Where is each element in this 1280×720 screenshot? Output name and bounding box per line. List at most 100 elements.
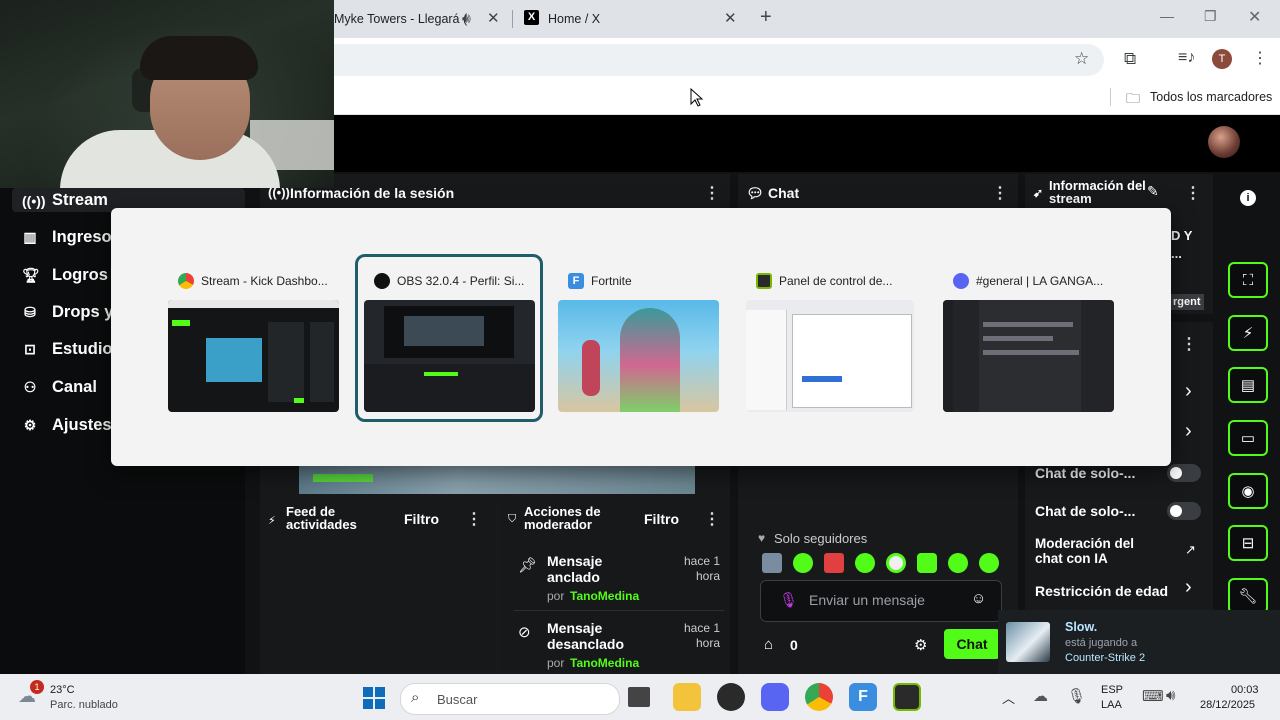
emote-7[interactable] xyxy=(979,553,999,573)
close-window-icon[interactable]: ✕ xyxy=(1248,7,1261,27)
filter-button[interactable]: Filtro xyxy=(644,511,679,527)
more-options-icon[interactable]: ⋮ xyxy=(704,183,720,203)
layout-icon[interactable]: ⊟ xyxy=(1228,525,1268,561)
shield-icon: ⛉ xyxy=(508,513,517,525)
close-tab-icon[interactable]: ✕ xyxy=(487,9,500,27)
lightning-icon[interactable]: ⚡︎ xyxy=(1228,315,1268,351)
microphone-icon[interactable]: 🎙︎ xyxy=(1067,687,1086,705)
window-title: Stream - Kick Dashbo... xyxy=(201,274,328,288)
chevron-up-icon[interactable]: ︿ xyxy=(1002,688,1015,707)
language-code[interactable]: ESP xyxy=(1101,684,1123,696)
thumbnail-fortnite[interactable] xyxy=(558,300,719,412)
menu-kebab-icon[interactable]: ⋮ xyxy=(1252,48,1268,68)
close-tab-icon[interactable]: ✕ xyxy=(724,9,737,27)
screenshot-icon[interactable]: ⛶ xyxy=(1228,262,1268,298)
sidebar-item-ajustes[interactable]: ⚙ Ajustes xyxy=(22,416,112,435)
thumbnail-obs[interactable] xyxy=(364,300,535,412)
sidebar-item-logros[interactable]: 🏆︎ Logros xyxy=(22,266,108,285)
settings-gear-icon[interactable]: ⚙ xyxy=(914,636,927,654)
microphone-icon[interactable]: 🎙︎ xyxy=(779,591,798,609)
tab-home-x[interactable]: X Home / X xyxy=(524,6,744,32)
onedrive-cloud-icon[interactable]: ☁ xyxy=(1033,687,1048,705)
keyboard-layout[interactable]: LAA xyxy=(1101,699,1122,711)
task-view-icon[interactable] xyxy=(628,687,650,707)
more-options-icon[interactable]: ⋮ xyxy=(1185,183,1201,203)
sidebar-item-ingresos[interactable]: ▥ Ingresos xyxy=(22,228,120,247)
tab-music[interactable]: Myke Towers - Llegará ( xyxy=(334,6,504,32)
switcher-window-discord[interactable]: #general | LA GANGA... xyxy=(943,266,1114,296)
gift-icon[interactable]: ⌂ xyxy=(764,636,773,653)
fortnite-taskbar-icon[interactable]: F xyxy=(849,683,877,711)
info-icon[interactable]: i xyxy=(1240,190,1256,206)
more-options-icon[interactable]: ⋮ xyxy=(992,183,1008,203)
emote-4[interactable] xyxy=(886,553,906,573)
game-activity-toast[interactable]: Slow. está jugando a Counter-Strike 2 xyxy=(998,610,1280,674)
speaker-icon[interactable]: 🔊︎ xyxy=(462,10,471,27)
file-explorer-icon[interactable] xyxy=(673,683,701,711)
user-avatar[interactable] xyxy=(1208,126,1240,158)
clock-time[interactable]: 00:03 xyxy=(1231,684,1259,696)
address-bar[interactable]: ☆ xyxy=(334,44,1104,76)
switcher-window-obs[interactable]: OBS 32.0.4 - Perfil: Si... xyxy=(364,266,535,296)
sidebar-item-drops[interactable]: ⛁ Drops y xyxy=(22,303,113,322)
weather-widget[interactable]: ☁ 1 xyxy=(18,680,44,706)
chrome-taskbar-icon[interactable] xyxy=(805,683,833,711)
mod-action-user[interactable]: TanoMedina xyxy=(570,656,639,670)
windows-start-icon[interactable] xyxy=(363,687,385,709)
switcher-window-nvidia[interactable]: Panel de control de... xyxy=(746,266,917,296)
discord-taskbar-icon[interactable] xyxy=(761,683,789,711)
taskbar-search-box[interactable]: ⌕ Buscar xyxy=(400,683,620,715)
emote-2[interactable] xyxy=(824,553,844,573)
media-controls-icon[interactable]: ≡♪ xyxy=(1178,49,1195,67)
emote-6[interactable] xyxy=(948,553,968,573)
solo-chat-toggle-1[interactable] xyxy=(1167,464,1201,482)
emoji-icon[interactable]: ☺ xyxy=(971,590,986,607)
minimize-icon[interactable]: — xyxy=(1160,8,1174,24)
thumbnail-nvidia[interactable] xyxy=(746,300,914,412)
emote-avatar[interactable] xyxy=(762,553,782,573)
wrench-icon[interactable]: 🔧︎ xyxy=(1228,578,1268,614)
restore-icon[interactable]: ❐ xyxy=(1204,8,1217,25)
document-icon[interactable]: ▤ xyxy=(1228,367,1268,403)
switcher-window-fortnite[interactable]: F Fortnite xyxy=(558,266,729,296)
network-icon[interactable]: ⌨ xyxy=(1142,687,1164,705)
age-restriction-setting[interactable]: Restricción de edad xyxy=(1035,583,1168,599)
switcher-window-kick[interactable]: Stream - Kick Dashbo... xyxy=(168,266,339,296)
edit-pencil-icon[interactable]: ✎ xyxy=(1147,183,1159,200)
broadcast-icon[interactable]: ◉ xyxy=(1228,473,1268,509)
profile-avatar[interactable]: T xyxy=(1212,49,1232,69)
nvidia-icon xyxy=(756,273,772,289)
emote-1[interactable] xyxy=(793,553,813,573)
mod-action-user[interactable]: TanoMedina xyxy=(570,589,639,603)
send-chat-button[interactable]: Chat xyxy=(944,629,1000,659)
window-title: OBS 32.0.4 - Perfil: Si... xyxy=(397,274,525,288)
star-bookmark-icon[interactable]: ☆ xyxy=(1074,49,1089,69)
chevron-right-icon[interactable]: › xyxy=(1185,380,1192,403)
extensions-icon[interactable]: ⧉ xyxy=(1124,49,1136,69)
obs-taskbar-icon[interactable] xyxy=(717,683,745,711)
more-options-icon[interactable]: ⋮ xyxy=(466,509,482,529)
emote-3[interactable] xyxy=(855,553,875,573)
more-options-icon[interactable]: ⋮ xyxy=(704,509,720,529)
sidebar-item-stream[interactable]: ((•)) Stream xyxy=(22,191,108,210)
chat-message-input[interactable]: 🎙︎ Enviar un mensaje ☺ xyxy=(760,580,1002,622)
thumbnail-kick[interactable] xyxy=(168,300,339,412)
new-tab-icon[interactable]: + xyxy=(760,6,772,29)
more-options-icon[interactable]: ⋮ xyxy=(1181,334,1197,354)
sidebar-item-estudio[interactable]: ⊡ Estudio xyxy=(22,340,112,359)
solo-chat-toggle-2[interactable] xyxy=(1167,502,1201,520)
ai-moderation-setting[interactable]: Moderación del chat con IA xyxy=(1035,536,1155,566)
all-bookmarks-link[interactable]: Todos los marcadores xyxy=(1150,90,1272,104)
chevron-right-icon[interactable]: › xyxy=(1185,576,1192,599)
filter-button[interactable]: Filtro xyxy=(404,511,439,527)
volume-icon[interactable]: 🔊︎ xyxy=(1166,687,1175,704)
emote-5[interactable] xyxy=(917,553,937,573)
external-link-icon[interactable]: ↗ xyxy=(1185,542,1196,558)
chevron-right-icon[interactable]: › xyxy=(1185,420,1192,443)
chat-icon[interactable]: ▭ xyxy=(1228,420,1268,456)
thumbnail-discord[interactable] xyxy=(943,300,1114,412)
nvidia-taskbar-icon[interactable] xyxy=(893,683,921,711)
sidebar-item-canal[interactable]: ⚇ Canal xyxy=(22,378,97,397)
thumb-character-2 xyxy=(582,340,600,396)
clock-date[interactable]: 28/12/2025 xyxy=(1200,699,1255,711)
